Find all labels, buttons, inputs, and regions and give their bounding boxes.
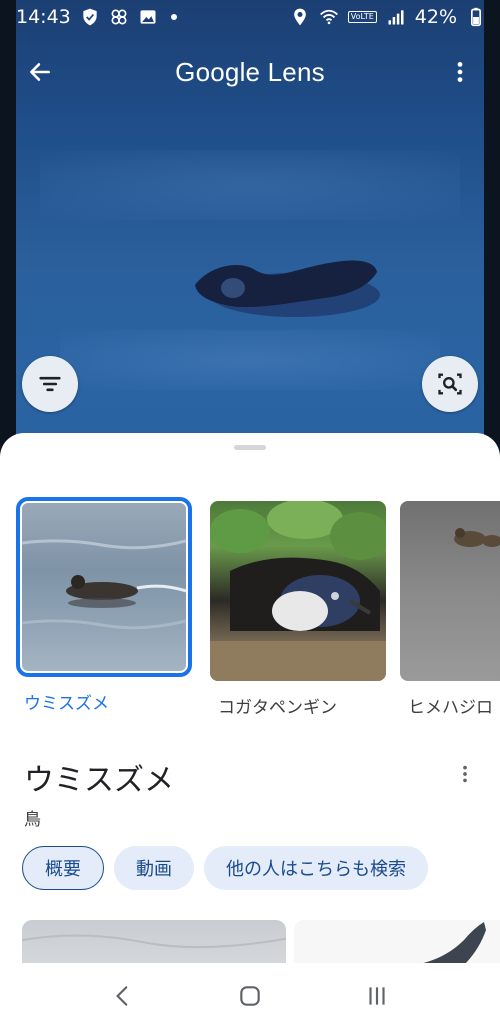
bird-result-image	[22, 934, 286, 949]
carousel-item-label: ウミスズメ	[24, 694, 109, 714]
volte-badge: VoLTE	[347, 11, 377, 23]
water-ripple	[40, 150, 460, 220]
carousel-item-2[interactable]: ヒメハジロ	[400, 501, 500, 718]
signal-icon	[386, 7, 406, 27]
battery-percent: 42%	[414, 6, 457, 28]
notification-dot-icon	[170, 14, 177, 20]
visual-match-carousel[interactable]: ウミスズメ コガタペンギン ヒメハジロ	[16, 497, 500, 718]
chevron-left-icon	[116, 985, 128, 1006]
image-search-button[interactable]	[422, 356, 478, 412]
more-vert-icon	[463, 765, 467, 783]
gallery-icon	[138, 7, 158, 27]
result-title: ウミスズメ	[24, 763, 174, 798]
battery-icon	[466, 7, 486, 27]
results-sheet[interactable]: ウミスズメ コガタペンギン ヒメハジロ ウミスズメ 鳥 概要 動画 他の人はこち…	[0, 433, 500, 963]
chip-related-searches[interactable]: 他の人はこちらも検索	[204, 846, 428, 890]
more-options-button[interactable]	[440, 52, 480, 92]
water-ripple	[60, 330, 440, 390]
carousel-item-label: コガタペンギン	[218, 698, 337, 718]
thumbnail	[210, 501, 386, 681]
penguin-thumbnail-image	[210, 501, 386, 681]
wifi-icon	[319, 7, 339, 27]
status-bar: 14:43 VoLTE 42%	[0, 0, 500, 34]
duck-thumbnail-image	[454, 528, 500, 547]
carousel-item-label: ヒメハジロ	[408, 698, 493, 718]
carousel-item-0[interactable]: ウミスズメ	[16, 497, 192, 714]
image-results-row	[22, 920, 500, 963]
nav-recents-button[interactable]	[347, 971, 407, 1021]
bird-wing-result-image	[422, 922, 486, 963]
thumbnail	[400, 501, 500, 681]
result-category: 鳥	[24, 810, 41, 830]
pinwheel-icon	[109, 7, 129, 27]
status-time: 14:43	[16, 6, 71, 28]
bird-thumbnail-image	[22, 539, 186, 630]
drag-handle[interactable]	[234, 445, 266, 450]
image-search-icon	[438, 373, 462, 395]
carousel-item-1[interactable]: コガタペンギン	[210, 501, 386, 718]
arrow-back-icon	[30, 63, 50, 81]
thumbnail	[16, 497, 192, 677]
app-bar: Google Lens	[0, 44, 500, 100]
filter-button[interactable]	[22, 356, 78, 412]
home-icon	[240, 985, 260, 1006]
chip-videos[interactable]: 動画	[114, 846, 194, 890]
filter-icon	[39, 376, 61, 392]
result-image[interactable]	[22, 920, 286, 963]
chip-row: 概要 動画 他の人はこちらも検索	[22, 846, 428, 890]
nav-home-button[interactable]	[220, 971, 280, 1021]
result-image[interactable]	[293, 920, 500, 963]
location-icon	[290, 7, 310, 27]
chip-overview[interactable]: 概要	[22, 846, 104, 890]
system-nav-bar	[0, 963, 500, 1028]
recents-icon	[369, 986, 385, 1005]
back-button[interactable]	[20, 52, 60, 92]
result-more-button[interactable]	[450, 759, 480, 789]
page-title: Google Lens	[175, 56, 325, 87]
more-vert-icon	[457, 62, 463, 82]
bird-silhouette	[195, 260, 380, 317]
shield-icon	[80, 7, 100, 27]
nav-back-button[interactable]	[93, 971, 153, 1021]
